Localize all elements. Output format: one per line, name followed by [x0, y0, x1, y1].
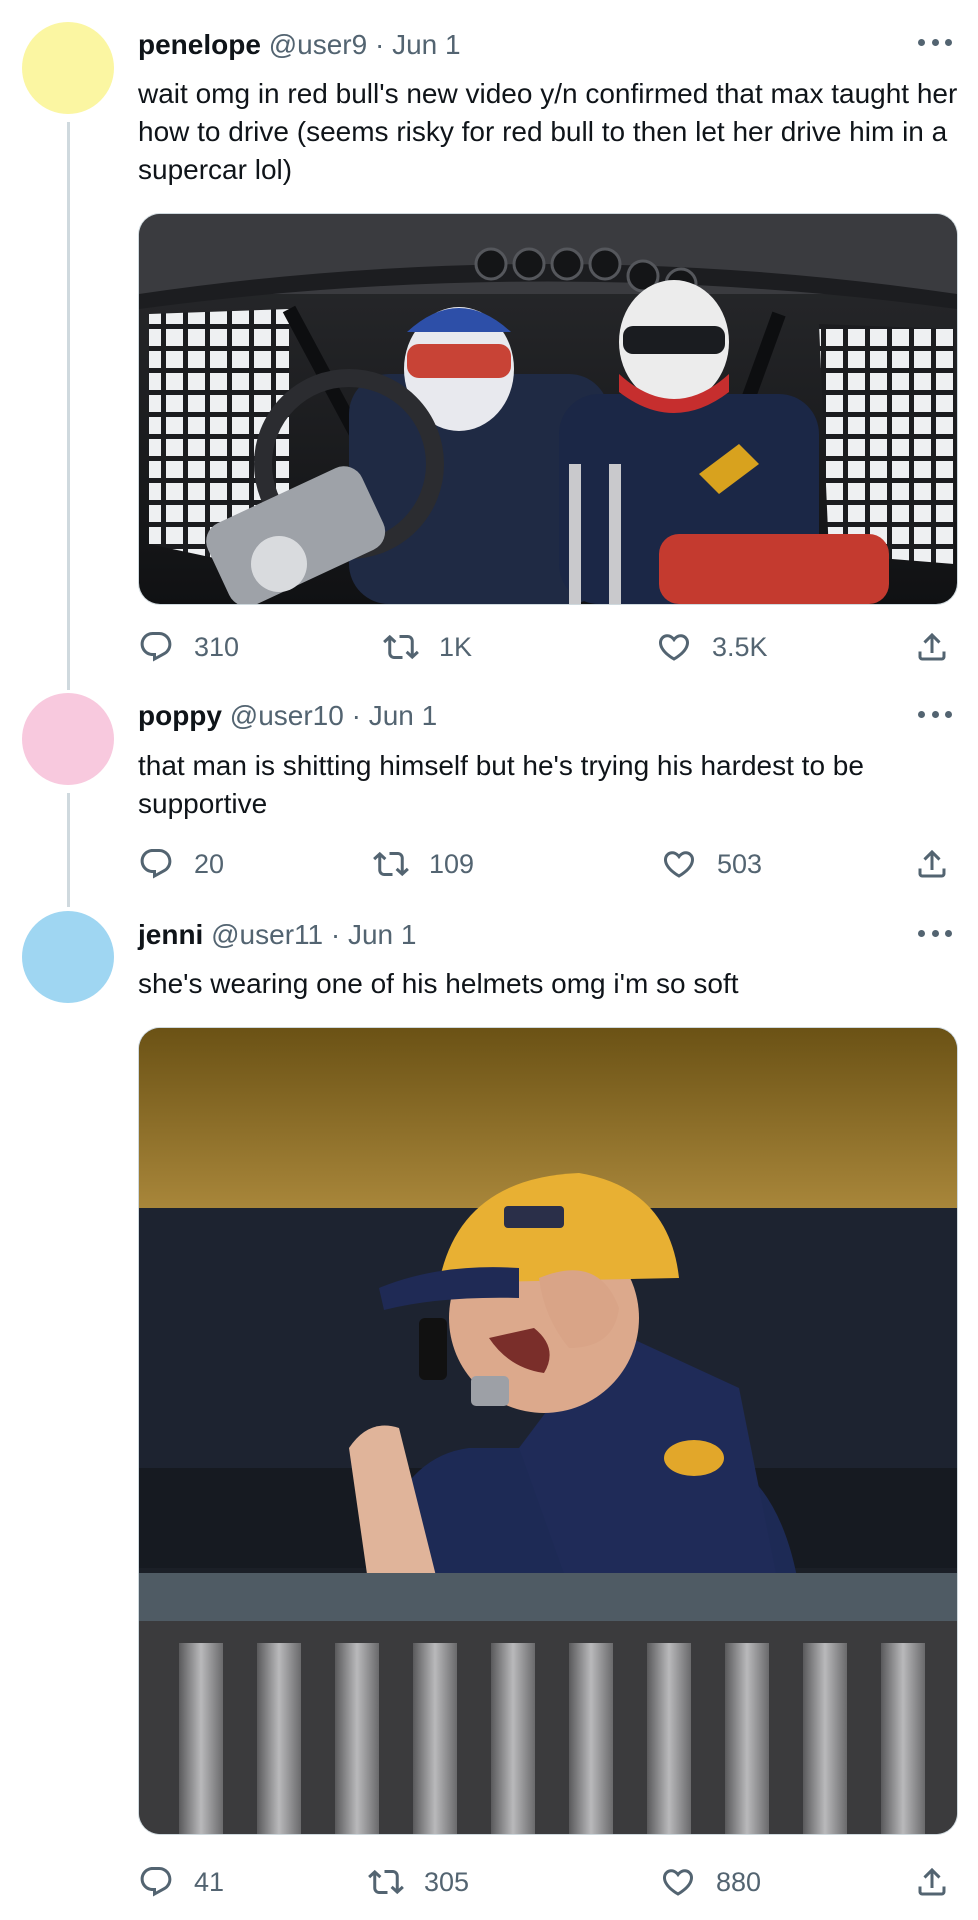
handle[interactable]: @user10	[230, 700, 344, 731]
handle[interactable]: @user9	[269, 29, 367, 60]
reply-count: 20	[194, 848, 225, 879]
phone-call-photo-illustration	[139, 1028, 957, 1834]
tweet-date[interactable]: Jun 1	[369, 700, 438, 731]
reply-icon	[138, 1864, 174, 1900]
share-button[interactable]	[914, 844, 950, 884]
reply-count: 41	[194, 1866, 225, 1897]
retweet-icon	[368, 1864, 404, 1900]
reply-button[interactable]: 20	[138, 844, 224, 884]
share-icon	[914, 629, 950, 665]
reply-button[interactable]: 41	[138, 1862, 224, 1902]
share-button[interactable]	[914, 627, 950, 667]
tweet-text: wait omg in red bull's new video y/n con…	[138, 78, 958, 185]
more-icon[interactable]	[918, 708, 952, 720]
display-name[interactable]: penelope	[138, 29, 261, 60]
share-icon	[914, 846, 950, 882]
tweet-actions: 310 1K 3.5K	[138, 627, 956, 667]
tweet-actions: 20 109 503	[138, 844, 956, 884]
tweet-poppy[interactable]: poppy @user10 · Jun 1 that man is shitti…	[0, 690, 978, 907]
tweet-text: she's wearing one of his helmets omg i'm…	[138, 968, 739, 999]
share-icon	[914, 1864, 950, 1900]
like-count: 880	[716, 1866, 762, 1897]
avatar[interactable]	[22, 22, 114, 114]
tweet-photo-phone-call[interactable]	[138, 1027, 958, 1835]
retweet-icon	[373, 846, 409, 882]
avatar[interactable]	[22, 911, 114, 1003]
tweet-header: jenni @user11 · Jun 1	[138, 917, 416, 953]
tweet-actions: 41 305 880	[138, 1862, 956, 1902]
handle[interactable]: @user11	[211, 919, 323, 950]
retweet-button[interactable]: 1K	[383, 627, 472, 667]
display-name[interactable]: jenni	[138, 919, 203, 950]
like-button[interactable]: 503	[661, 844, 762, 884]
retweet-count: 305	[424, 1866, 470, 1897]
tweet-header: poppy @user10 · Jun 1	[138, 698, 437, 734]
cockpit-photo-illustration	[139, 214, 957, 604]
tweet-header: penelope @user9 · Jun 1	[138, 27, 461, 63]
avatar[interactable]	[22, 693, 114, 785]
thread-line	[67, 793, 70, 907]
display-name[interactable]: poppy	[138, 700, 222, 731]
retweet-icon	[383, 629, 419, 665]
more-icon[interactable]	[918, 36, 952, 48]
reply-icon	[138, 629, 174, 665]
tweet-photo-cockpit[interactable]	[138, 213, 958, 605]
tweet-date[interactable]: Jun 1	[392, 29, 461, 60]
more-icon[interactable]	[918, 927, 952, 939]
thread-line	[67, 122, 70, 690]
like-icon	[660, 1864, 696, 1900]
separator-dot: ·	[374, 29, 385, 60]
retweet-button[interactable]: 109	[373, 844, 474, 884]
reply-button[interactable]: 310	[138, 627, 239, 667]
separator-dot: ·	[351, 700, 361, 731]
tweet-text: that man is shitting himself but he's tr…	[138, 750, 864, 819]
share-button[interactable]	[914, 1862, 950, 1902]
like-icon	[656, 629, 692, 665]
retweet-button[interactable]: 305	[368, 1862, 469, 1902]
like-icon	[661, 846, 697, 882]
tweet-jenni[interactable]: jenni @user11 · Jun 1 she's wearing one …	[0, 907, 978, 1920]
like-count: 3.5K	[712, 631, 768, 662]
retweet-count: 109	[429, 848, 475, 879]
reply-count: 310	[194, 631, 240, 662]
separator-dot: ·	[330, 919, 341, 950]
retweet-count: 1K	[439, 631, 473, 662]
tweet-date[interactable]: Jun 1	[348, 919, 417, 950]
like-button[interactable]: 880	[660, 1862, 761, 1902]
tweet-penelope[interactable]: penelope @user9 · Jun 1 wait omg in red …	[0, 0, 978, 690]
like-button[interactable]: 3.5K	[656, 627, 768, 667]
like-count: 503	[717, 848, 763, 879]
reply-icon	[138, 846, 174, 882]
